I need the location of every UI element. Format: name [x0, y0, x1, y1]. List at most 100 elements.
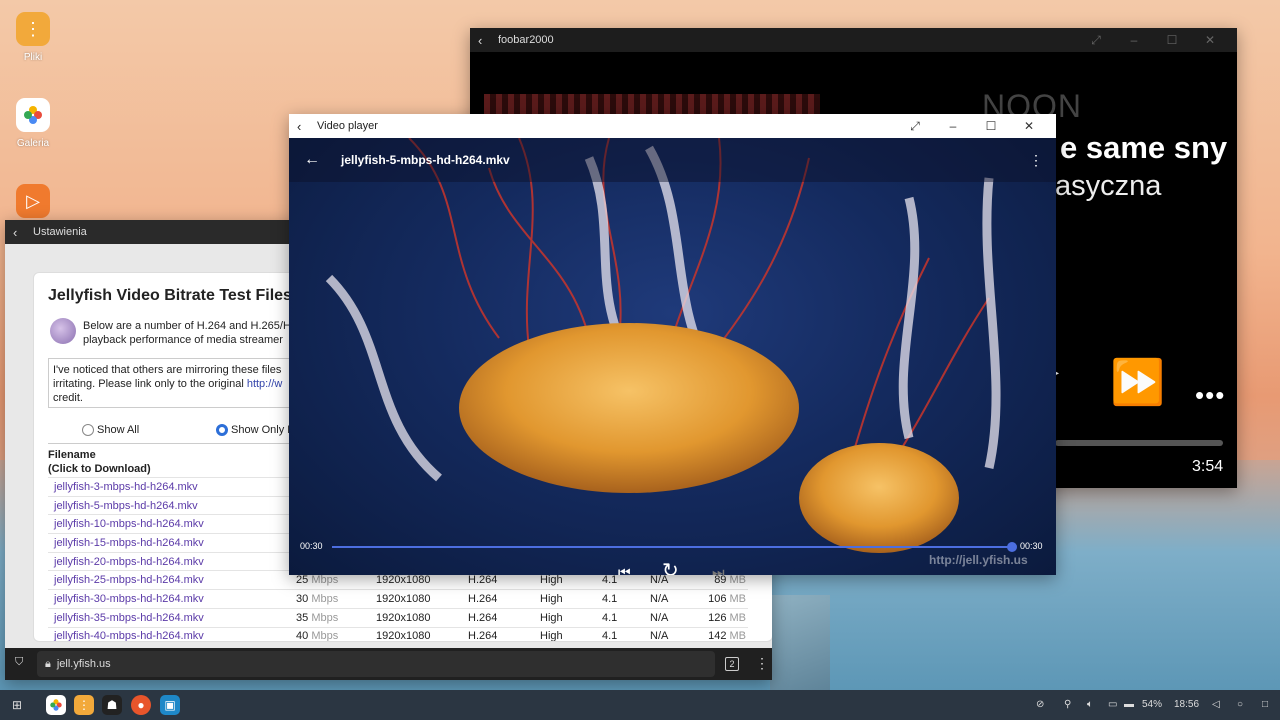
- seek-bar[interactable]: [1055, 440, 1223, 446]
- seek-bar[interactable]: [332, 546, 1012, 548]
- more-options-icon[interactable]: ⋮: [1016, 152, 1056, 169]
- cat-icon[interactable]: ☗: [102, 695, 122, 715]
- video-player-titlebar: ‹ Video player ⤢ – ☐ ✕: [289, 114, 1056, 138]
- nav-back-icon[interactable]: ◁: [1212, 699, 1220, 710]
- files-icon[interactable]: ⋮: [74, 695, 94, 715]
- back-icon[interactable]: ‹: [297, 119, 317, 134]
- jellyfish-icon: [50, 318, 76, 344]
- codec-cell: H.264: [468, 592, 498, 605]
- gallery-icon: [16, 98, 50, 132]
- na-cell: N/A: [650, 630, 669, 642]
- menu-icon[interactable]: ⋮: [755, 655, 769, 672]
- total-time: 00:30: [1020, 541, 1043, 551]
- desktop-icon-label: Pliki: [23, 52, 43, 63]
- size-value: 126: [708, 611, 727, 624]
- track-duration: 3:54: [1192, 458, 1224, 475]
- profile-cell: High: [540, 592, 563, 605]
- bitrate-unit: Mbps: [311, 574, 339, 587]
- file-link[interactable]: jellyfish-5-mbps-hd-h264.mkv: [48, 500, 296, 512]
- browser-urlbar: ⛉ 🔒︎ jell.yfish.us 2 ⋮: [5, 648, 772, 680]
- shield-icon[interactable]: ⛉: [15, 656, 23, 669]
- notice-end: credit.: [53, 392, 83, 404]
- clock: 18:56: [1174, 699, 1200, 710]
- url-text: jell.yfish.us: [56, 658, 111, 670]
- bitrate-unit: Mbps: [311, 592, 339, 605]
- bitrate-unit: Mbps: [311, 630, 339, 642]
- fullscreen-icon[interactable]: ⤢: [896, 119, 934, 134]
- size-value: 89: [714, 574, 727, 587]
- size-cell: 89 MB: [694, 574, 746, 586]
- display-icon[interactable]: ▭: [1108, 699, 1117, 710]
- file-link[interactable]: jellyfish-30-mbps-hd-h264.mkv: [48, 593, 296, 605]
- radio-icon[interactable]: [82, 424, 94, 436]
- radio-show-all[interactable]: Show All: [82, 424, 139, 436]
- seek-handle[interactable]: [1007, 542, 1017, 552]
- window-title: Video player: [317, 120, 378, 132]
- files-icon: ⋮: [16, 12, 50, 46]
- battery-icon[interactable]: ▬: [1124, 699, 1134, 710]
- video-surface[interactable]: ← jellyfish-5-mbps-hd-h264.mkv ⋮ 00:30 0…: [289, 138, 1056, 575]
- back-arrow-icon[interactable]: ←: [289, 151, 335, 169]
- store-icon[interactable]: ▣: [160, 695, 180, 715]
- foobar-titlebar: ‹ foobar2000 ⤢ – ☐ ✕: [470, 28, 1237, 52]
- close-button[interactable]: ✕: [1010, 119, 1048, 133]
- pen-icon[interactable]: ⊘: [1036, 699, 1044, 710]
- back-icon[interactable]: ‹: [13, 225, 33, 240]
- maximize-button[interactable]: ☐: [972, 119, 1010, 133]
- desktop-icon-video-player[interactable]: ▷: [13, 184, 53, 218]
- taskbar: ⊞ ⋮ ☗ ● ▣ ⊘ ⚲ 🔈︎ ▭ ▬ 54% 18:56 ◁ ○ □: [0, 690, 1280, 720]
- skip-previous-icon[interactable]: ⏮︎: [618, 564, 631, 575]
- file-link[interactable]: jellyfish-35-mbps-hd-h264.mkv: [48, 612, 296, 624]
- size-cell: 106 MB: [694, 593, 746, 605]
- back-icon[interactable]: ‹: [478, 33, 498, 48]
- level-cell: 4.1: [602, 574, 618, 587]
- radio-show-only[interactable]: Show Only H: [216, 424, 295, 436]
- minimize-button[interactable]: –: [1115, 33, 1153, 47]
- bitrate-cell: 30 Mbps: [296, 593, 376, 605]
- radio-selected-icon[interactable]: [216, 424, 228, 436]
- file-link[interactable]: jellyfish-25-mbps-hd-h264.mkv: [48, 574, 296, 586]
- battery-percent: 54%: [1142, 699, 1163, 710]
- gallery-icon[interactable]: [46, 695, 66, 715]
- video-filename: jellyfish-5-mbps-hd-h264.mkv: [341, 153, 510, 167]
- nav-home-icon[interactable]: ○: [1237, 699, 1243, 710]
- desktop-icon-label: Galeria: [16, 138, 50, 149]
- table-row: jellyfish-35-mbps-hd-h264.mkv 35 Mbps 1920…: [48, 607, 748, 627]
- file-link[interactable]: jellyfish-15-mbps-hd-h264.mkv: [48, 537, 296, 549]
- fullscreen-icon[interactable]: ⤢: [1077, 33, 1115, 48]
- codec-cell: H.264: [468, 611, 498, 624]
- profile-cell: High: [540, 574, 563, 587]
- skip-next-icon[interactable]: ⏭︎: [712, 564, 725, 575]
- intro-text: Below are a number of H.264 and H.265/H …: [83, 320, 291, 346]
- bitrate-value: 30: [296, 592, 309, 605]
- file-link[interactable]: jellyfish-40-mbps-hd-h264.mkv: [48, 630, 296, 641]
- desktop-icon-gallery[interactable]: Galeria: [13, 98, 53, 149]
- resolution-cell: 1920x1080: [376, 592, 431, 605]
- replay-icon[interactable]: ↻: [662, 558, 679, 575]
- firefox-icon[interactable]: ●: [131, 695, 151, 715]
- bitrate-value: 25: [296, 574, 309, 587]
- song-title: e same sny: [1060, 130, 1228, 165]
- url-field[interactable]: 🔒︎ jell.yfish.us: [37, 651, 715, 677]
- file-link[interactable]: jellyfish-20-mbps-hd-h264.mkv: [48, 556, 296, 568]
- na-cell: N/A: [650, 574, 669, 587]
- more-options-icon[interactable]: •••: [1195, 380, 1225, 411]
- size-value: 142: [708, 630, 727, 642]
- file-link[interactable]: jellyfish-3-mbps-hd-h264.mkv: [48, 481, 296, 493]
- desktop-icon-files[interactable]: ⋮ Pliki: [13, 12, 53, 63]
- network-icon[interactable]: ⚲: [1064, 699, 1071, 710]
- notice-link[interactable]: http://w: [247, 378, 282, 390]
- maximize-button[interactable]: ☐: [1153, 33, 1191, 47]
- video-top-bar: ← jellyfish-5-mbps-hd-h264.mkv ⋮: [289, 138, 1056, 182]
- song-genre: asyczna: [1055, 170, 1162, 202]
- volume-icon[interactable]: 🔈︎: [1087, 699, 1093, 710]
- nav-recents-icon[interactable]: □: [1262, 699, 1268, 710]
- size-cell: 142 MB: [694, 630, 746, 642]
- minimize-button[interactable]: –: [934, 119, 972, 133]
- close-button[interactable]: ✕: [1191, 33, 1229, 47]
- notice-box: I've noticed that others are mirroring t…: [48, 358, 308, 408]
- tab-count-button[interactable]: 2: [725, 657, 739, 671]
- skip-forward-button[interactable]: ⏩: [1110, 356, 1165, 408]
- file-link[interactable]: jellyfish-10-mbps-hd-h264.mkv: [48, 518, 296, 530]
- app-launcher-icon[interactable]: ⊞: [12, 698, 22, 712]
